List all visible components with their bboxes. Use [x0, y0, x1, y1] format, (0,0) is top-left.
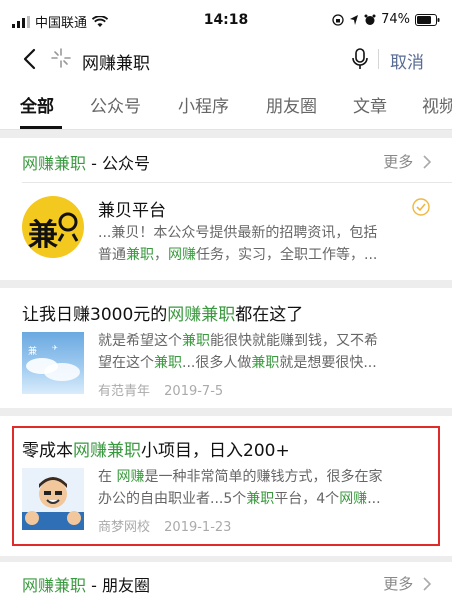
- desc-text: 普通: [98, 247, 126, 263]
- verified-badge-icon: [412, 198, 430, 216]
- section-keyword: 网赚兼职: [22, 154, 87, 173]
- status-right: 74%: [332, 12, 440, 27]
- svg-text:✈: ✈: [52, 344, 58, 352]
- chevron-right-icon: [423, 577, 432, 591]
- account-logo: 兼: [22, 196, 84, 258]
- tab-official-accounts[interactable]: 公众号: [90, 92, 141, 117]
- article-title: 让我日赚3000元的网赚兼职都在这了: [22, 300, 303, 325]
- moments-section: 网赚兼职 - 朋友圈 更多: [0, 562, 452, 600]
- excerpt-keyword: 兼职: [182, 333, 210, 349]
- account-name: 兼贝平台: [98, 201, 166, 221]
- desc-keyword: 兼职: [126, 247, 154, 263]
- tab-videos[interactable]: 视频: [422, 92, 452, 117]
- article-date: 2019-7-5: [164, 384, 224, 399]
- official-accounts-section: 网赚兼职 - 公众号 更多 兼 兼贝平台 ...兼贝！本公众号提供最新的招聘资讯…: [0, 138, 452, 280]
- excerpt-keyword: 兼职: [154, 355, 182, 371]
- article-thumbnail: 兼 ✈: [22, 332, 84, 394]
- section-suffix: - 公众号: [86, 154, 150, 173]
- more-moments-button[interactable]: 更多: [383, 573, 432, 594]
- more-label: 更多: [383, 575, 414, 593]
- section-suffix: - 朋友圈: [86, 576, 150, 595]
- desc-keyword: 网赚: [168, 247, 196, 263]
- article-excerpt-line-1: 就是希望这个兼职能很快就能赚到钱，又不希: [98, 330, 432, 352]
- cancel-button[interactable]: 取消: [390, 48, 424, 73]
- microphone-icon[interactable]: [350, 46, 370, 72]
- battery-percent: 74%: [381, 12, 410, 27]
- article-excerpt-line-2: 望在这个兼职...很多人做兼职就是想要很快...: [98, 352, 432, 374]
- tab-articles[interactable]: 文章: [353, 92, 387, 117]
- more-label: 更多: [383, 153, 414, 171]
- battery-icon: [415, 13, 440, 26]
- article-meta: 有范青年 2019-7-5: [98, 380, 223, 399]
- tab-all[interactable]: 全部: [20, 92, 54, 117]
- desc-text: 任务，实习，全职工作等，...: [196, 247, 378, 263]
- title-keyword: 网赚兼职: [167, 305, 236, 325]
- article-result[interactable]: 让我日赚3000元的网赚兼职都在这了 兼 ✈ 就是希望这个兼职能很快就能赚到钱，…: [0, 288, 452, 408]
- desc-text: ，: [154, 247, 168, 263]
- svg-text:兼: 兼: [28, 345, 37, 357]
- highlight-annotation-box: [12, 426, 440, 546]
- status-bar: 中国联通 14:18 74%: [0, 0, 452, 40]
- search-spark-icon: [51, 48, 71, 68]
- logo-text: 兼: [28, 218, 58, 253]
- rotation-lock-icon: [332, 13, 344, 26]
- article-source: 有范青年: [98, 384, 151, 399]
- excerpt-text: 就是希望这个: [98, 333, 182, 349]
- title-text: 让我日赚3000元的: [22, 305, 168, 325]
- section-title: 网赚兼职 - 朋友圈: [22, 572, 150, 596]
- search-input[interactable]: 网赚兼职: [82, 49, 150, 74]
- search-divider: [378, 49, 379, 69]
- section-title: 网赚兼职 - 公众号: [22, 150, 150, 174]
- back-arrow-icon[interactable]: [18, 46, 44, 72]
- account-description-line-1: ...兼贝！本公众号提供最新的招聘资讯，包括: [98, 225, 378, 241]
- excerpt-keyword: 兼职: [251, 355, 280, 371]
- excerpt-text: 望在这个: [98, 355, 154, 371]
- excerpt-text: 就是想要很快...: [279, 355, 377, 371]
- filter-tabs: 全部 公众号 小程序 朋友圈 文章 视频: [0, 78, 452, 130]
- location-icon: [350, 14, 359, 25]
- tab-mini-programs[interactable]: 小程序: [178, 92, 229, 117]
- more-official-button[interactable]: 更多: [383, 151, 432, 172]
- excerpt-text: 能很快就能赚到钱，又不希: [210, 333, 378, 349]
- section-divider: [22, 182, 452, 183]
- title-text: 都在这了: [235, 305, 304, 325]
- cloud-thumbnail-icon: 兼 ✈: [26, 344, 80, 381]
- search-bar: 网赚兼职 取消: [0, 40, 452, 78]
- alarm-icon: [364, 14, 376, 25]
- excerpt-text: ...很多人做: [182, 355, 252, 371]
- section-keyword: 网赚兼职: [22, 576, 87, 595]
- active-tab-indicator: [20, 126, 62, 129]
- logo-mark-icon: [57, 212, 79, 242]
- chevron-right-icon: [423, 155, 432, 169]
- account-description-line-2: 普通兼职，网赚任务，实习，全职工作等，...: [98, 244, 432, 266]
- tab-moments[interactable]: 朋友圈: [266, 92, 317, 117]
